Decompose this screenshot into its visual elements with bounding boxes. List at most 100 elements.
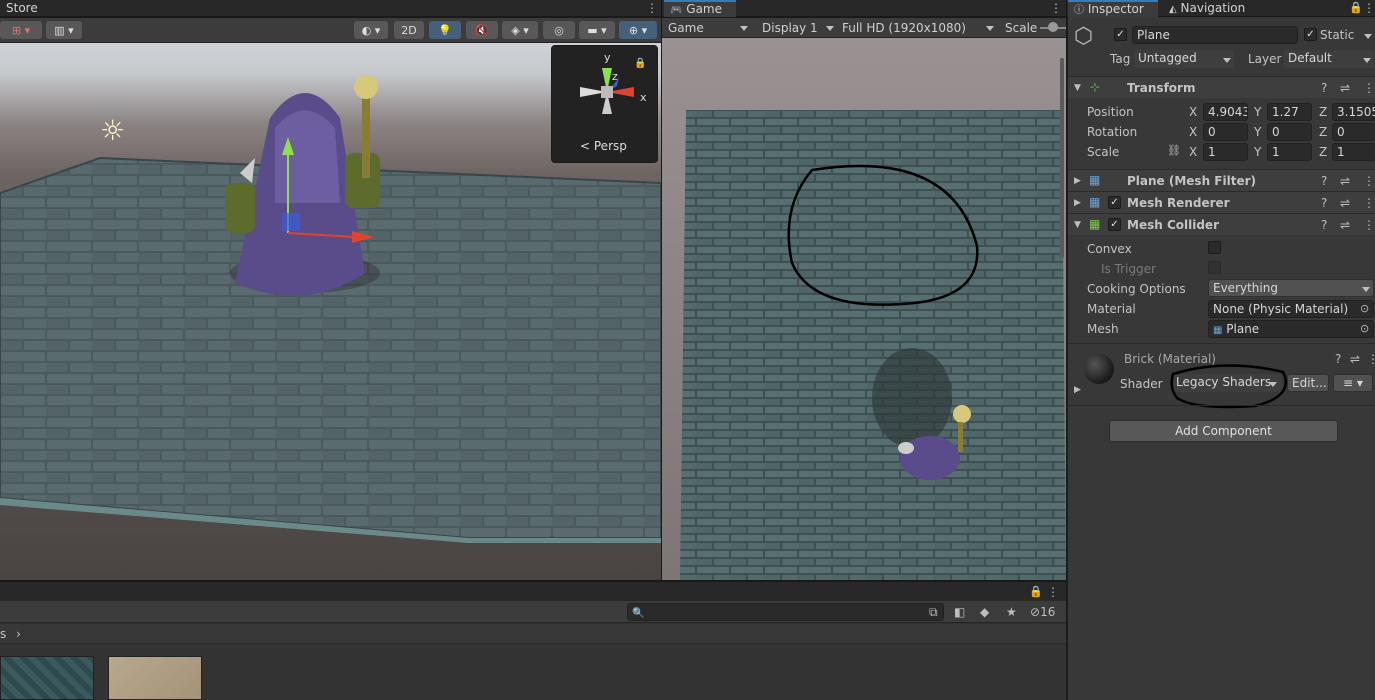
- kebab-icon[interactable]: ⋮: [646, 1, 658, 15]
- convex-label: Convex: [1087, 242, 1132, 256]
- scale-x-field[interactable]: 1: [1203, 143, 1248, 161]
- help-icon[interactable]: ?: [1321, 174, 1327, 188]
- object-picker-icon[interactable]: ⊙: [1360, 322, 1369, 336]
- scale-y-field[interactable]: 1: [1267, 143, 1312, 161]
- lighting-icon[interactable]: 💡: [429, 21, 461, 39]
- project-search-input[interactable]: 🔍: [627, 603, 944, 621]
- game-viewport[interactable]: [662, 38, 1066, 580]
- component-divider: [1068, 405, 1375, 406]
- help-icon[interactable]: ?: [1321, 218, 1327, 232]
- presets-icon[interactable]: ⇌: [1340, 174, 1350, 188]
- kebab-icon[interactable]: ⋮: [1363, 174, 1375, 188]
- kebab-icon[interactable]: ⋮: [1363, 1, 1375, 15]
- transform-header[interactable]: ▼ ⊹ Transform ? ⇌ ⋮: [1068, 76, 1375, 98]
- lock-icon[interactable]: 🔒: [1029, 585, 1043, 599]
- kebab-icon[interactable]: ⋮: [1367, 352, 1375, 366]
- layer-dropdown[interactable]: Default: [1284, 50, 1374, 68]
- foldout-arrow-icon[interactable]: ▶: [1074, 196, 1081, 210]
- chevron-down-icon[interactable]: [1364, 34, 1372, 39]
- 2d-toggle-button[interactable]: 2D: [394, 21, 424, 39]
- tab-navigation[interactable]: ◭ Navigation: [1163, 0, 1251, 17]
- filter-by-type-icon[interactable]: ◧: [954, 605, 965, 619]
- search-by-type-icon[interactable]: ⧉: [929, 605, 938, 619]
- presets-icon[interactable]: ⇌: [1340, 196, 1350, 210]
- kebab-icon[interactable]: ⋮: [1363, 196, 1375, 210]
- split-divider-vertical[interactable]: [661, 0, 662, 580]
- asset-thumbnail-sand[interactable]: [108, 656, 202, 700]
- position-x-field[interactable]: 4.9043: [1203, 103, 1248, 121]
- rotation-z-field[interactable]: 0: [1332, 123, 1375, 141]
- directional-light-icon[interactable]: ☼: [100, 117, 125, 145]
- tab-game[interactable]: 🎮 Game: [664, 0, 736, 17]
- kebab-icon[interactable]: ⋮: [1363, 218, 1375, 232]
- lock-icon[interactable]: 🔒: [1349, 1, 1363, 15]
- foldout-arrow-icon[interactable]: ▼: [1074, 81, 1081, 95]
- constrain-proportions-icon[interactable]: ⛓: [1167, 144, 1181, 158]
- camera-icon[interactable]: ▬ ▾: [579, 21, 615, 39]
- display-select[interactable]: Display 1: [758, 19, 836, 37]
- favorites-star-icon[interactable]: ★: [1006, 605, 1017, 619]
- shader-options-button[interactable]: ≡ ▾: [1333, 374, 1373, 392]
- scene-tabbar: Store ⋮: [0, 0, 661, 17]
- game-scrollbar[interactable]: [1060, 58, 1064, 258]
- shading-mode-icon[interactable]: ◐ ▾: [354, 21, 388, 39]
- presets-icon[interactable]: ⇌: [1350, 352, 1360, 366]
- presets-icon[interactable]: ⇌: [1340, 81, 1350, 95]
- kebab-icon[interactable]: ⋮: [1363, 81, 1375, 95]
- object-name-field[interactable]: Plane: [1132, 26, 1298, 44]
- mesh-field[interactable]: ▦ Plane: [1208, 320, 1374, 338]
- label-filter-icon[interactable]: ◆: [980, 605, 989, 619]
- tab-inspector[interactable]: ⓘ Inspector: [1068, 0, 1158, 17]
- mesh-collider-header[interactable]: ▼ ▦ ✓ Mesh Collider ? ⇌ ⋮: [1068, 213, 1375, 235]
- breadcrumb-item[interactable]: s: [0, 627, 6, 641]
- scale-z-field[interactable]: 1: [1332, 143, 1375, 161]
- mesh-renderer-enabled-checkbox[interactable]: ✓: [1108, 196, 1121, 209]
- kebab-icon[interactable]: ⋮: [1050, 1, 1062, 15]
- grid-icon[interactable]: ▥ ▾: [46, 21, 82, 39]
- foldout-arrow-icon[interactable]: ▶: [1074, 174, 1081, 188]
- gizmos-icon[interactable]: ⊕ ▾: [619, 21, 657, 39]
- add-component-button[interactable]: Add Component: [1109, 420, 1338, 442]
- mesh-collider-enabled-checkbox[interactable]: ✓: [1108, 218, 1121, 231]
- scale-label: Scale: [1087, 145, 1120, 159]
- tag-dropdown[interactable]: Untagged: [1134, 50, 1234, 68]
- hidden-objects-icon[interactable]: ◎: [543, 21, 575, 39]
- position-y-field[interactable]: 1.27: [1267, 103, 1312, 121]
- kebab-icon[interactable]: ⋮: [1047, 585, 1059, 599]
- mesh-filter-header[interactable]: ▶ ▦ Plane (Mesh Filter) ? ⇌ ⋮: [1068, 169, 1375, 191]
- active-checkbox[interactable]: ✓: [1114, 28, 1127, 41]
- convex-checkbox[interactable]: [1208, 241, 1221, 254]
- presets-icon[interactable]: ⇌: [1340, 218, 1350, 232]
- help-icon[interactable]: ?: [1335, 352, 1341, 366]
- audio-icon[interactable]: 🔇: [466, 21, 498, 39]
- resolution-select[interactable]: Full HD (1920x1080): [838, 19, 996, 37]
- scene-gizmo-panel[interactable]: 🔒 y z x < Persp: [551, 45, 658, 163]
- split-divider-horizontal[interactable]: [0, 580, 1066, 582]
- foldout-arrow-icon[interactable]: ▶: [1074, 383, 1081, 397]
- foldout-arrow-icon[interactable]: ▼: [1074, 218, 1081, 232]
- help-icon[interactable]: ?: [1321, 81, 1327, 95]
- scale-slider-handle[interactable]: [1048, 22, 1058, 32]
- rotation-y-field[interactable]: 0: [1267, 123, 1312, 141]
- hidden-packages-icon[interactable]: ⊘16: [1030, 605, 1055, 619]
- object-picker-icon[interactable]: ⊙: [1360, 302, 1369, 316]
- static-checkbox[interactable]: ✓: [1304, 28, 1317, 41]
- physic-material-field[interactable]: None (Physic Material): [1208, 300, 1374, 318]
- gizmo-x-label: x: [640, 91, 647, 104]
- cooking-options-dropdown[interactable]: Everything: [1208, 279, 1374, 297]
- orientation-gizmo-icon[interactable]: [562, 54, 652, 134]
- tab-store[interactable]: Store: [0, 0, 44, 17]
- help-icon[interactable]: ?: [1321, 196, 1327, 210]
- tab-navigation-label: Navigation: [1180, 1, 1246, 15]
- asset-thumbnail-brick[interactable]: [0, 656, 94, 700]
- breadcrumb[interactable]: s ›: [0, 624, 1066, 644]
- persp-label[interactable]: < Persp: [580, 139, 627, 153]
- material-preview[interactable]: [1084, 354, 1114, 384]
- effects-icon[interactable]: ◈ ▾: [502, 21, 538, 39]
- game-mode-select[interactable]: Game: [664, 19, 750, 37]
- mesh-renderer-header[interactable]: ▶ ▦ ✓ Mesh Renderer ? ⇌ ⋮: [1068, 191, 1375, 213]
- position-z-field[interactable]: 3.1505: [1332, 103, 1375, 121]
- snap-icon[interactable]: ⊞ ▾: [0, 21, 42, 39]
- rotation-x-field[interactable]: 0: [1203, 123, 1248, 141]
- move-gizmo[interactable]: [270, 133, 390, 253]
